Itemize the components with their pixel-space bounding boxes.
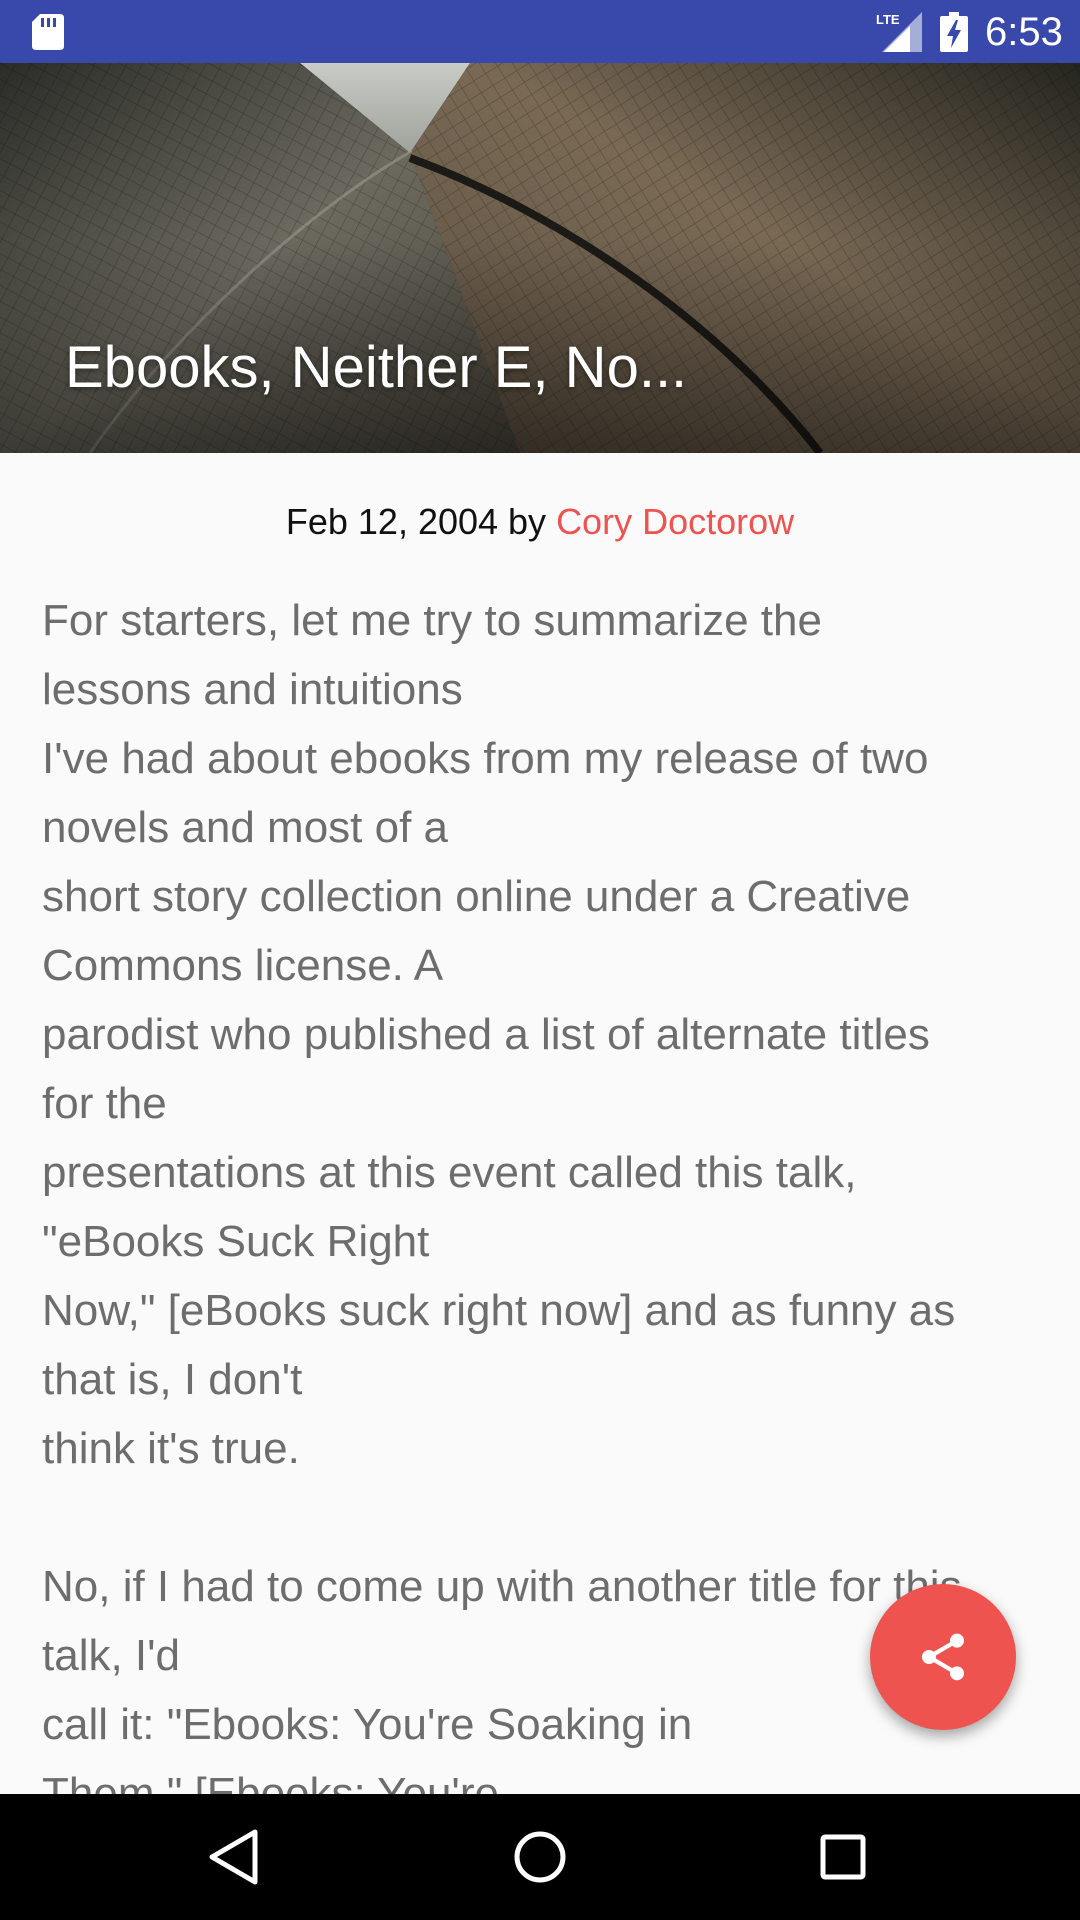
publish-date: Feb 12, 2004 by <box>285 501 557 542</box>
navigation-bar <box>0 1794 1080 1920</box>
lte-label: LTE <box>876 12 900 27</box>
text-line: short story collection online under a Cr… <box>42 872 911 921</box>
article-title: Ebooks, Neither E, No... <box>65 335 688 400</box>
text-line: that is, I don't <box>42 1355 303 1404</box>
home-icon[interactable] <box>505 1822 575 1892</box>
text-line: Them." [Ebooks: You're <box>42 1769 499 1794</box>
recent-apps-icon[interactable] <box>808 1822 878 1892</box>
text-line: I've had about ebooks from my release of… <box>42 734 929 783</box>
text-line: novels and most of a <box>42 803 449 852</box>
lte-signal-icon: LTE <box>876 12 922 52</box>
article-header-image: Ebooks, Neither E, No... <box>0 63 1080 453</box>
back-icon[interactable] <box>200 1822 270 1892</box>
battery-charging-icon <box>940 12 968 52</box>
text-line: For starters, let me try to summarize th… <box>42 596 822 645</box>
article-byline: Feb 12, 2004 by Cory Doctorow <box>0 498 1080 546</box>
text-line: parodist who published a list of alterna… <box>42 1010 930 1059</box>
share-icon <box>922 1633 964 1681</box>
app-screen: LTE 6:53 Ebooks, Neither E, No... Feb 12… <box>0 0 1080 1920</box>
status-bar: LTE 6:53 <box>0 0 1080 63</box>
text-line: Now," [eBooks suck right now] and as fun… <box>42 1286 956 1335</box>
text-line: "eBooks Suck Right <box>42 1217 430 1266</box>
text-line: presentations at this event called this … <box>42 1148 857 1197</box>
text-line: Commons license. A <box>42 941 444 990</box>
text-line: think it's true. <box>42 1424 300 1473</box>
sd-card-icon <box>32 14 64 50</box>
text-line: lessons and intuitions <box>42 665 463 714</box>
author-link[interactable]: Cory Doctorow <box>556 501 794 542</box>
status-time: 6:53 <box>985 10 1063 54</box>
text-line: for the <box>42 1079 167 1128</box>
article-paragraph: For starters, let me try to summarize th… <box>42 586 1042 1483</box>
share-button[interactable] <box>870 1584 1016 1730</box>
